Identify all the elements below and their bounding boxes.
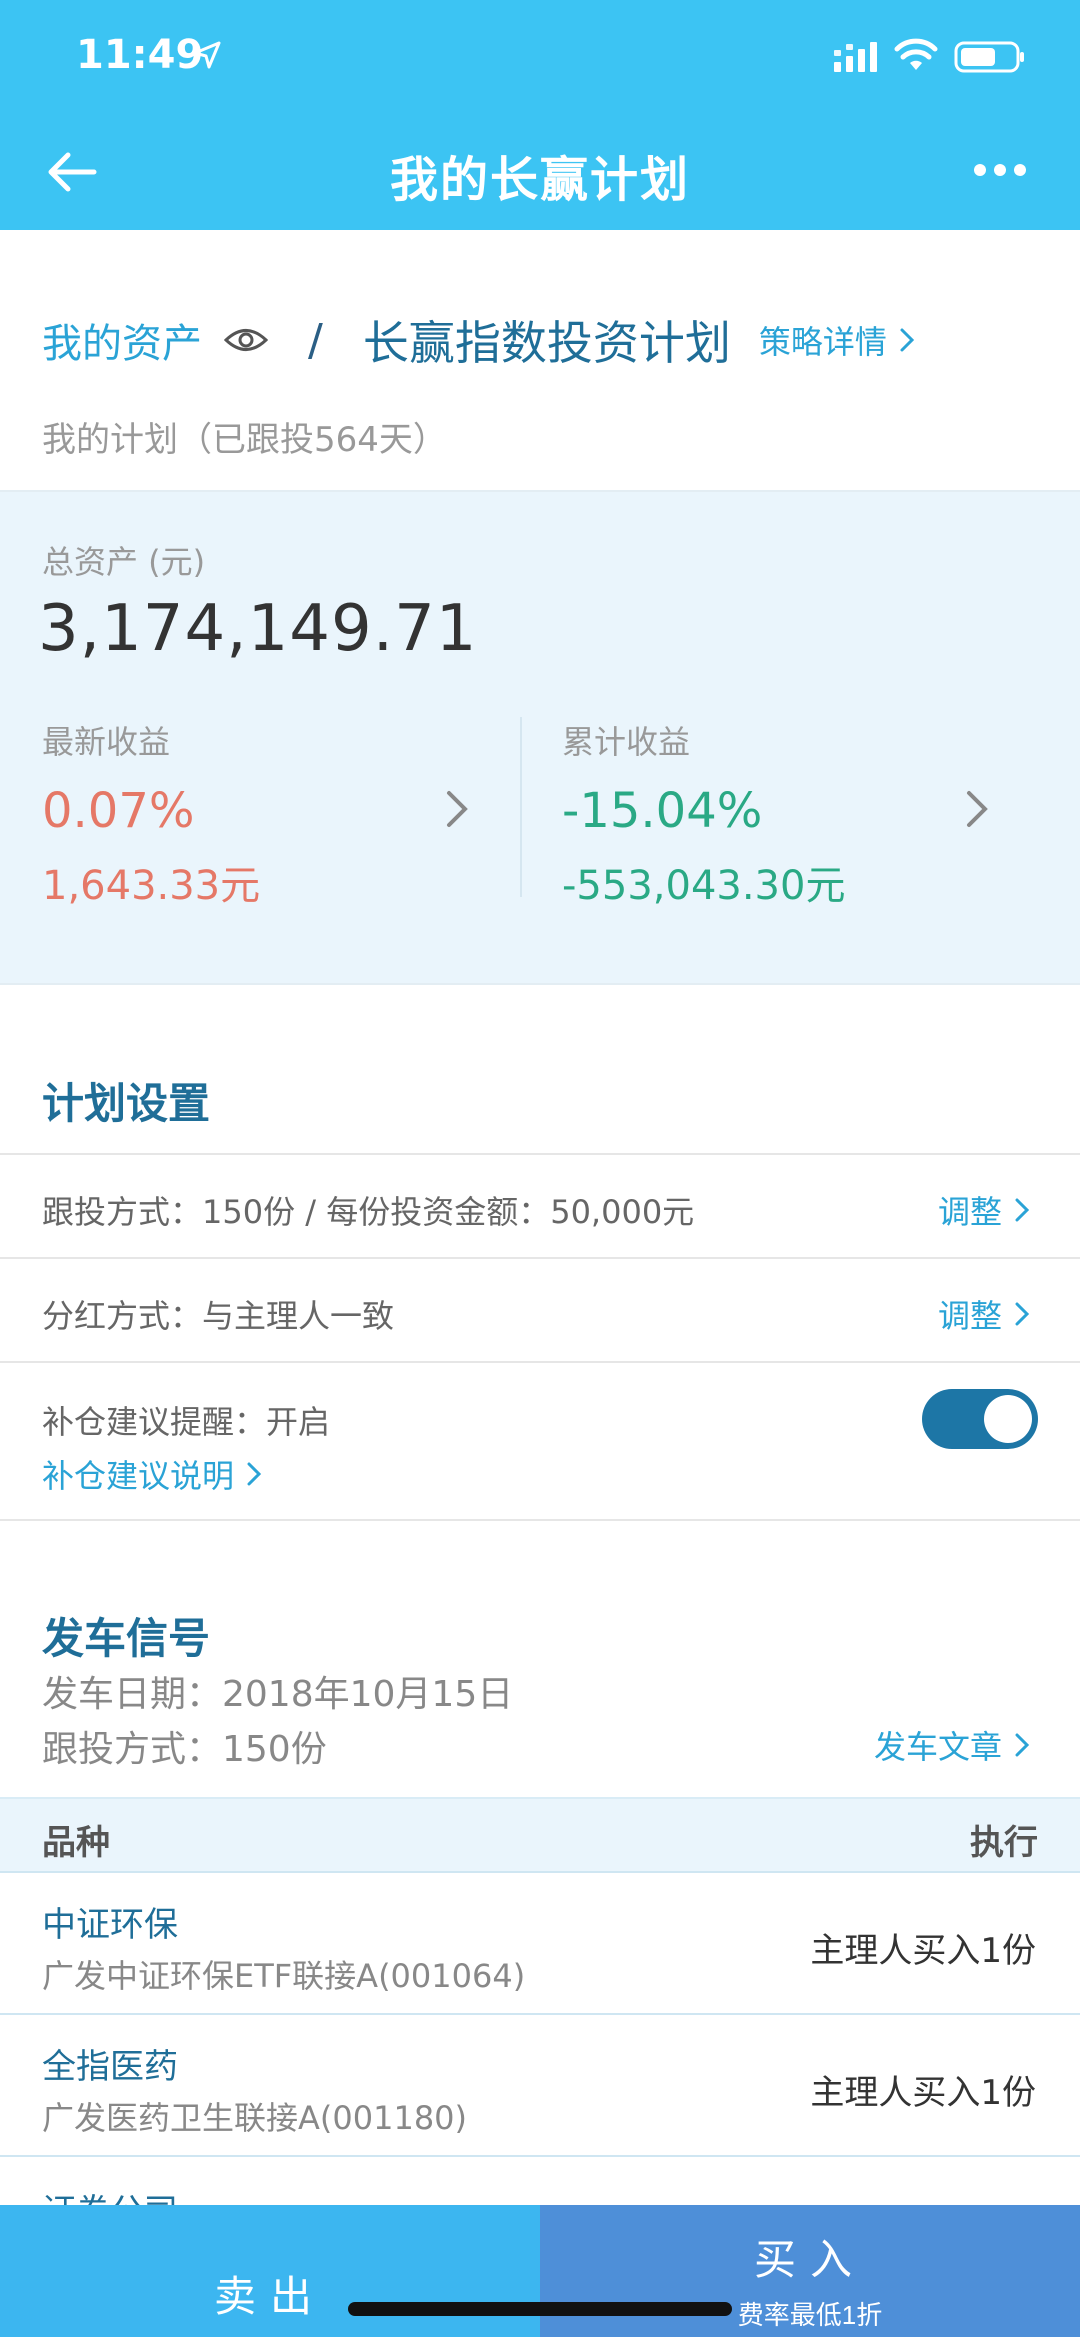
signal-follow-mode: 跟投方式：150份 [42, 1729, 327, 1770]
battery-icon [954, 41, 1024, 73]
adjust-follow-mode-link[interactable]: 调整 [938, 1187, 1032, 1233]
wifi-icon [894, 38, 938, 70]
fund-action: 主理人买入1份 [810, 2073, 1036, 2113]
adjust-label: 调整 [937, 1297, 1002, 1335]
chevron-right-icon [1015, 1733, 1030, 1757]
fund-action: 主理人买入1份 [810, 1931, 1036, 1971]
strategy-details-label: 策略详情 [758, 323, 887, 361]
toggle-knob [984, 1395, 1032, 1443]
cumulative-earnings[interactable]: 累计收益 -15.04% -553,043.30元 [562, 717, 1042, 917]
more-options-icon[interactable] [970, 155, 1030, 185]
cumulative-earnings-label: 累计收益 [562, 723, 691, 761]
status-time: 11:49 [76, 32, 204, 78]
breadcrumb-separator: / [308, 314, 323, 366]
home-indicator[interactable] [348, 2302, 732, 2316]
cumulative-earnings-amount: -553,043.30元 [562, 863, 846, 909]
cellular-signal-icon [834, 42, 877, 72]
signal-article-label: 发车文章 [873, 1728, 1002, 1766]
column-divider [520, 717, 522, 897]
signal-title: 发车信号 [42, 1614, 211, 1663]
signal-table-header: 品种 执行 [0, 1797, 1080, 1873]
assets-card: 总资产 (元) 3,174,149.71 最新收益 0.07% 1,643.33… [0, 490, 1080, 985]
reminder-row: 补仓建议提醒：开启 补仓建议说明 [0, 1361, 1080, 1521]
latest-earnings-amount: 1,643.33元 [42, 863, 261, 909]
breadcrumb-my-assets[interactable]: 我的资产 [42, 311, 202, 369]
chevron-right-icon [967, 791, 988, 827]
breadcrumb-plan-name: 长赢指数投资计划 [362, 316, 731, 370]
total-assets-label: 总资产 (元) [42, 543, 206, 581]
latest-earnings[interactable]: 最新收益 0.07% 1,643.33元 [42, 717, 522, 917]
location-arrow-icon [193, 41, 221, 69]
buy-label: 买入 [753, 2236, 866, 2283]
status-bar: 11:49 [0, 0, 1080, 118]
partial-row-name: 证券公司 [42, 2184, 178, 2206]
table-row[interactable]: 全指医药 广发医药卫生联接A(001180) 主理人买入1份 [0, 2015, 1080, 2157]
page-title: 我的长赢计划 [389, 152, 690, 208]
chevron-right-icon [1015, 1198, 1030, 1222]
plan-follow-days: 我的计划（已跟投564天） [42, 420, 447, 460]
fund-code: 广发中证环保ETF联接A(001064) [42, 1957, 526, 1995]
strategy-details-link[interactable]: 策略详情 [759, 317, 917, 363]
sell-button[interactable]: 卖出 [0, 2205, 540, 2337]
chevron-right-icon [1015, 1302, 1030, 1326]
reminder-toggle[interactable] [922, 1389, 1038, 1449]
fund-code: 广发医药卫生联接A(001180) [42, 2099, 468, 2137]
chevron-right-icon [447, 791, 468, 827]
chevron-right-icon [247, 1462, 262, 1486]
reminder-explain-label: 补仓建议说明 [42, 1457, 235, 1495]
breadcrumb: 我的资产 / 长赢指数投资计划 策略详情 [42, 308, 917, 372]
chevron-right-icon [900, 328, 914, 352]
app-header: 11:49 我的长赢计划 [0, 0, 1080, 230]
latest-earnings-label: 最新收益 [42, 723, 171, 761]
follow-mode-text: 跟投方式：150份 / 每份投资金额：50,000元 [42, 1193, 695, 1231]
total-assets-value: 3,174,149.71 [38, 592, 478, 666]
reminder-text: 补仓建议提醒：开启 [42, 1403, 331, 1441]
eye-icon[interactable] [224, 325, 268, 355]
signal-date: 发车日期：2018年10月15日 [42, 1674, 514, 1715]
dividend-mode-row[interactable]: 分红方式：与主理人一致 调整 [0, 1257, 1080, 1361]
adjust-label: 调整 [937, 1193, 1002, 1231]
adjust-dividend-mode-link[interactable]: 调整 [938, 1291, 1032, 1337]
column-header-action: 执行 [970, 1823, 1038, 1863]
fund-name: 全指医药 [42, 2047, 178, 2087]
column-header-variety: 品种 [42, 1823, 110, 1863]
fund-name: 中证环保 [42, 1905, 178, 1945]
bottom-action-bar: 卖出 买入 费率最低1折 [0, 2205, 1080, 2337]
reminder-explain-link[interactable]: 补仓建议说明 [42, 1451, 264, 1497]
table-row[interactable]: 中证环保 广发中证环保ETF联接A(001064) 主理人买入1份 [0, 1873, 1080, 2015]
dividend-mode-text: 分红方式：与主理人一致 [42, 1297, 395, 1335]
follow-mode-row[interactable]: 跟投方式：150份 / 每份投资金额：50,000元 调整 [0, 1153, 1080, 1257]
signal-article-link[interactable]: 发车文章 [874, 1722, 1032, 1768]
plan-settings-title: 计划设置 [42, 1079, 211, 1128]
buy-button[interactable]: 买入 费率最低1折 [540, 2205, 1080, 2337]
